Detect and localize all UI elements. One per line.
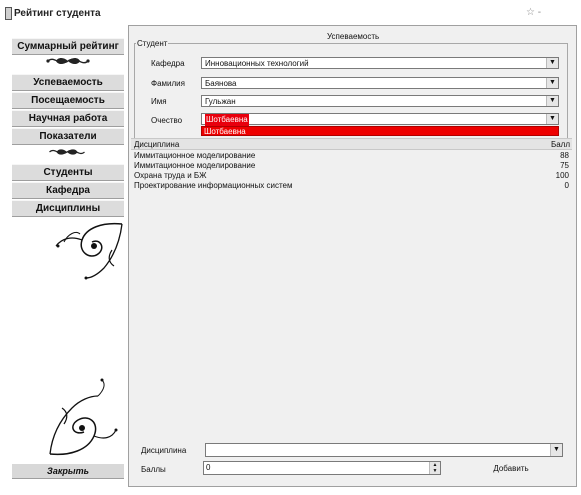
- chevron-down-icon[interactable]: ▼: [546, 96, 558, 106]
- surname-select[interactable]: Баянова ▼: [201, 77, 559, 89]
- spin-down-icon[interactable]: ▼: [433, 468, 438, 474]
- score-spinner[interactable]: ▲ ▼: [429, 462, 440, 474]
- chevron-down-icon[interactable]: ▼: [546, 58, 558, 68]
- student-group-legend: Студент: [136, 39, 169, 48]
- patronymic-dropdown-option[interactable]: Шотбаевна: [201, 126, 559, 136]
- surname-label: Фамилия: [151, 79, 185, 88]
- sidebar-item-department[interactable]: Кафедра: [12, 182, 124, 199]
- score-label: Баллы: [141, 465, 166, 474]
- app-icon: [5, 7, 12, 20]
- patronymic-label: Очество: [151, 116, 183, 125]
- table-row[interactable]: Иммитационное моделирование 88: [131, 151, 572, 160]
- sidebar-item-research[interactable]: Научная работа: [12, 110, 124, 127]
- table-row[interactable]: Проектирование информационных систем 0: [131, 181, 572, 190]
- sidebar-item-performance[interactable]: Успеваемость: [12, 74, 124, 91]
- ornament-icon: [46, 58, 90, 64]
- discipline-label: Дисциплина: [141, 446, 187, 455]
- sidebar: Суммарный рейтинг Успеваемость Посещаемо…: [0, 22, 126, 495]
- window-title: Рейтинг студента: [14, 8, 101, 19]
- row-discipline: Иммитационное моделирование: [134, 161, 256, 170]
- department-select[interactable]: Инновационных технологий ▼: [201, 57, 559, 69]
- ornament-icon: [49, 149, 85, 155]
- add-button[interactable]: Добавить: [481, 463, 541, 475]
- row-score: 75: [560, 161, 569, 170]
- table-row[interactable]: Охрана труда и БЖ 100: [131, 171, 572, 180]
- column-header-score[interactable]: Балл: [551, 140, 570, 149]
- patronymic-select[interactable]: Шотбаевна ▼: [201, 113, 559, 126]
- department-label: Кафедра: [151, 59, 185, 68]
- corner-flourish-icon: [55, 222, 123, 280]
- row-discipline: Проектирование информационных систем: [134, 181, 293, 190]
- surname-value: Баянова: [205, 79, 237, 88]
- chevron-down-icon[interactable]: ▼: [546, 78, 558, 88]
- score-value: 0: [206, 463, 211, 472]
- department-value: Инновационных технологий: [205, 59, 309, 68]
- name-value: Гульжан: [205, 97, 236, 106]
- sidebar-item-disciplines[interactable]: Дисциплины: [12, 200, 124, 217]
- chevron-down-icon[interactable]: ▼: [546, 114, 558, 124]
- sidebar-item-attendance[interactable]: Посещаемость: [12, 92, 124, 109]
- table-row[interactable]: Иммитационное моделирование 75: [131, 161, 572, 170]
- close-button[interactable]: Закрыть: [12, 464, 124, 479]
- chevron-down-icon[interactable]: ▼: [550, 444, 562, 456]
- row-discipline: Охрана труда и БЖ: [134, 171, 207, 180]
- title-bar-controls[interactable]: ☆ -: [526, 7, 541, 18]
- table-header: Дисциплина Балл: [131, 138, 572, 150]
- name-label: Имя: [151, 97, 167, 106]
- corner-flourish-icon: [49, 378, 118, 456]
- row-discipline: Иммитационное моделирование: [134, 151, 256, 160]
- discipline-select[interactable]: ▼: [205, 443, 563, 457]
- name-select[interactable]: Гульжан ▼: [201, 95, 559, 107]
- sidebar-item-indicators[interactable]: Показатели: [12, 128, 124, 145]
- performance-panel: Успеваемость Студент Кафедра Инновационн…: [128, 25, 577, 487]
- page-title: Успеваемость: [327, 32, 380, 41]
- column-header-discipline[interactable]: Дисциплина: [134, 140, 179, 149]
- row-score: 88: [560, 151, 569, 160]
- title-bar: Рейтинг студента ☆ -: [0, 0, 581, 22]
- row-score: 0: [564, 181, 569, 190]
- row-score: 100: [555, 171, 569, 180]
- sidebar-item-students[interactable]: Студенты: [12, 164, 124, 181]
- sidebar-item-total-rating[interactable]: Суммарный рейтинг: [12, 38, 124, 55]
- score-input[interactable]: 0 ▲ ▼: [203, 461, 441, 475]
- patronymic-value: Шотбаевна: [205, 114, 249, 126]
